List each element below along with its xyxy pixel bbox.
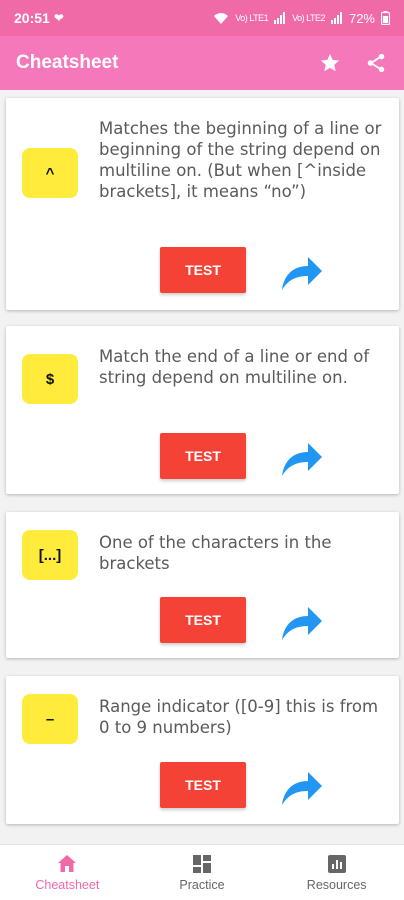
- page-title: Cheatsheet: [16, 52, 119, 73]
- share-button[interactable]: [364, 51, 388, 75]
- app-bar: Cheatsheet: [0, 36, 404, 90]
- nav-item-resources[interactable]: Resources: [269, 845, 404, 900]
- cheatsheet-card: [...] One of the characters in the brack…: [6, 512, 399, 658]
- bottom-nav: Cheatsheet Practice Resources: [0, 844, 404, 900]
- signal-icon-2: [330, 12, 342, 24]
- cheatsheet-card: $ Match the end of a line or end of stri…: [6, 326, 399, 494]
- chart-icon: [327, 854, 347, 874]
- grid-icon: [192, 854, 212, 874]
- symbol-badge: –: [22, 694, 78, 744]
- test-button[interactable]: TEST: [160, 433, 246, 479]
- nav-label: Practice: [179, 877, 225, 892]
- battery-text: 72%: [348, 10, 375, 26]
- symbol-badge: [...]: [22, 530, 78, 580]
- signal-text-1: Vo) LTE1: [235, 12, 269, 23]
- signal-icon-1: [274, 12, 286, 24]
- battery-icon: [381, 11, 390, 25]
- test-button[interactable]: TEST: [160, 762, 246, 808]
- nav-item-practice[interactable]: Practice: [135, 845, 270, 900]
- home-icon: [57, 854, 77, 874]
- test-button[interactable]: TEST: [160, 597, 246, 643]
- nav-label: Resources: [306, 877, 367, 892]
- status-time: 20:51: [14, 10, 50, 26]
- nav-item-cheatsheet[interactable]: Cheatsheet: [0, 845, 135, 900]
- app-bar-actions: [318, 51, 388, 75]
- status-bar: 20:51 ❤ Vo) LTE1 Vo) LTE2 72%: [0, 0, 404, 36]
- heart-icon: ❤: [53, 11, 64, 25]
- cheatsheet-card: ^ Matches the beginning of a line or beg…: [6, 98, 399, 310]
- share-arrow-icon[interactable]: [280, 252, 324, 292]
- test-button[interactable]: TEST: [160, 247, 246, 293]
- card-description: Match the end of a line or end of string…: [99, 347, 370, 387]
- wifi-icon: [214, 12, 229, 24]
- card-description: Range indicator ([0-9] this is from 0 to…: [99, 697, 379, 737]
- nav-label: Cheatsheet: [35, 877, 100, 892]
- card-description: One of the characters in the brackets: [99, 533, 332, 573]
- symbol-badge: $: [22, 354, 78, 404]
- favorite-button[interactable]: [318, 51, 342, 75]
- share-icon: [367, 53, 385, 73]
- share-arrow-icon[interactable]: [280, 438, 324, 478]
- share-arrow-icon[interactable]: [280, 767, 324, 807]
- star-icon: [320, 53, 340, 72]
- status-right: Vo) LTE1 Vo) LTE2 72%: [213, 11, 390, 26]
- signal-text-2: Vo) LTE2: [292, 12, 325, 23]
- symbol-badge: ^: [22, 148, 78, 198]
- cheatsheet-card: – Range indicator ([0-9] this is from 0 …: [6, 676, 399, 824]
- share-arrow-icon[interactable]: [280, 602, 324, 642]
- card-description: Matches the beginning of a line or begin…: [99, 119, 382, 201]
